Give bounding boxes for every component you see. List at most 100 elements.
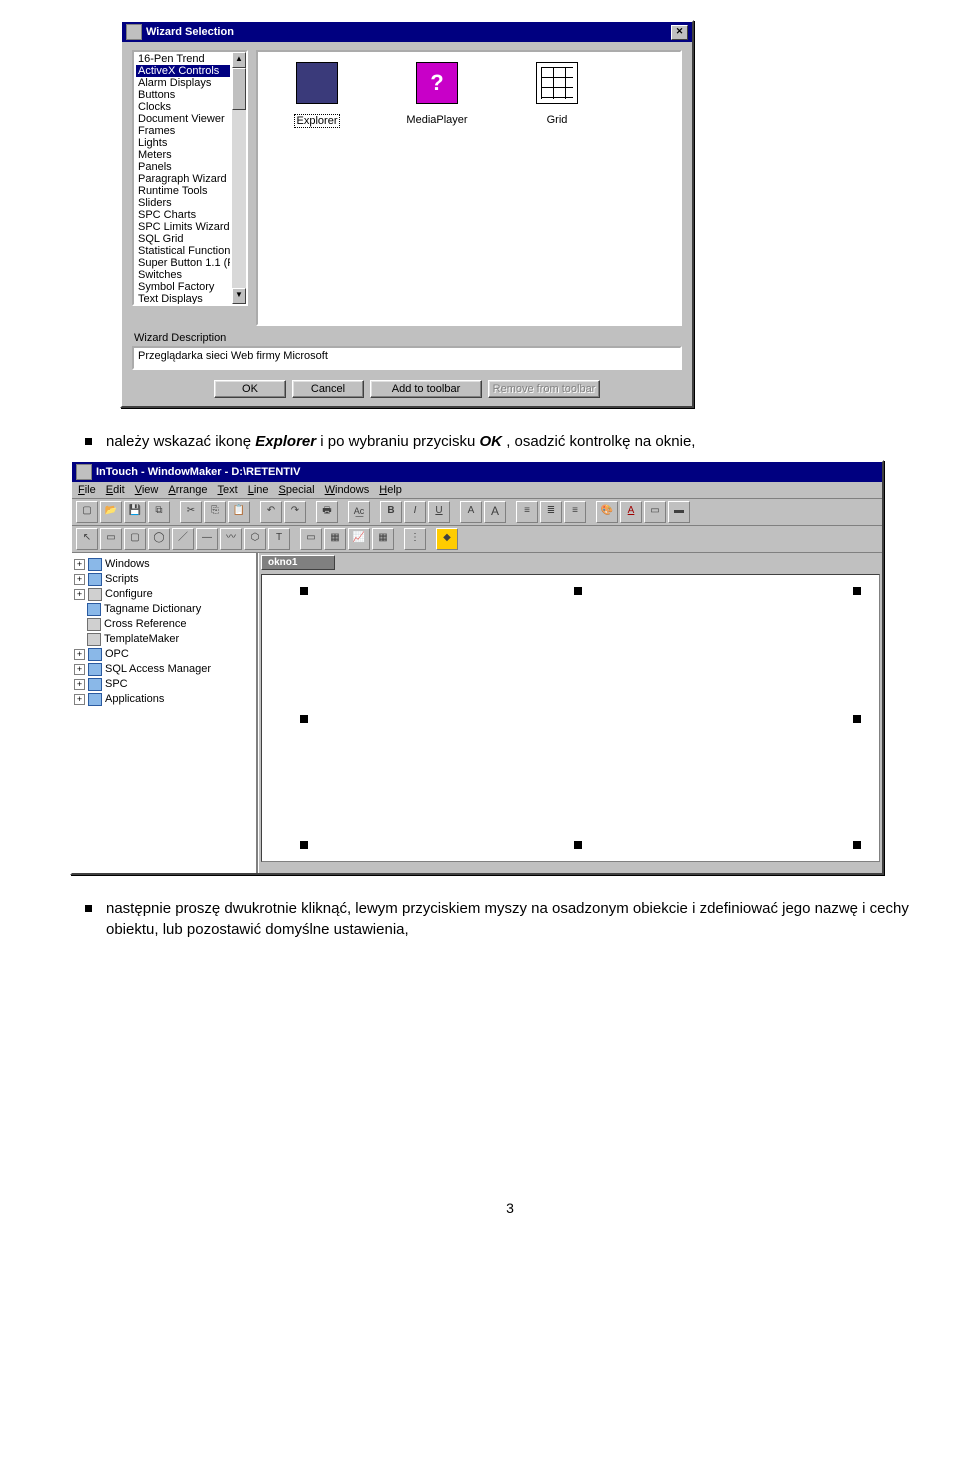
align-left-icon[interactable]: ≡ — [516, 501, 538, 523]
selection-handle[interactable] — [300, 715, 308, 723]
save-icon[interactable]: 💾 — [124, 501, 146, 523]
list-item[interactable]: Statistical Function — [136, 245, 230, 257]
menu-line[interactable]: Line — [248, 484, 269, 496]
wizard-titlebar[interactable]: Wizard Selection ✕ — [122, 22, 692, 42]
tree-item-crossref[interactable]: Cross Reference — [74, 617, 254, 632]
font-size-icon[interactable]: A͟ᴄ — [348, 501, 370, 523]
align-right-icon[interactable]: ≡ — [564, 501, 586, 523]
list-item[interactable]: SQL Grid — [136, 233, 230, 245]
polygon-icon[interactable]: ⬡ — [244, 528, 266, 550]
expand-icon[interactable]: + — [74, 694, 85, 705]
selection-handle[interactable] — [300, 841, 308, 849]
paste-icon[interactable]: 📋 — [228, 501, 250, 523]
wizard-icon-mediaplayer[interactable]: MediaPlayer — [392, 62, 482, 126]
remove-from-toolbar-button[interactable]: Remove from toolbar — [488, 380, 600, 398]
scroll-up-icon[interactable]: ▲ — [232, 52, 246, 68]
button-tool-icon[interactable]: ▭ — [300, 528, 322, 550]
fill-color-icon[interactable]: ▬ — [668, 501, 690, 523]
add-to-toolbar-button[interactable]: Add to toolbar — [370, 380, 482, 398]
wizard-tool-icon[interactable]: ⋮ — [404, 528, 426, 550]
new-icon[interactable]: ▢ — [76, 501, 98, 523]
list-item[interactable]: 16-Pen Trend — [136, 53, 230, 65]
list-item[interactable]: Sliders — [136, 197, 230, 209]
expand-icon[interactable]: + — [74, 589, 85, 600]
expand-icon[interactable]: + — [74, 574, 85, 585]
line-icon[interactable]: ／ — [172, 528, 194, 550]
selection-handle[interactable] — [853, 841, 861, 849]
list-item[interactable]: Frames — [136, 125, 230, 137]
text-tool-icon[interactable]: T — [268, 528, 290, 550]
tree-item-sql[interactable]: + SQL Access Manager — [74, 662, 254, 677]
list-item-selected[interactable]: ActiveX Controls — [136, 65, 230, 77]
saveall-icon[interactable]: ⧉ — [148, 501, 170, 523]
menu-windows[interactable]: Windows — [325, 484, 370, 496]
print-icon[interactable]: 🖶 — [316, 501, 338, 523]
line-color-icon[interactable]: ▭ — [644, 501, 666, 523]
menu-arrange[interactable]: Arrange — [168, 484, 207, 496]
project-tree[interactable]: + Windows + Scripts + Configure Tagname … — [72, 553, 258, 873]
list-item[interactable]: Text Displays — [136, 293, 230, 305]
open-icon[interactable]: 📂 — [100, 501, 122, 523]
cut-icon[interactable]: ✂ — [180, 501, 202, 523]
italic-icon[interactable]: I — [404, 501, 426, 523]
explorer-control-icon[interactable]: ◆ — [436, 528, 458, 550]
tree-item-configure[interactable]: + Configure — [74, 587, 254, 602]
expand-icon[interactable]: + — [74, 679, 85, 690]
list-item[interactable]: Panels — [136, 161, 230, 173]
list-item[interactable]: Lights — [136, 137, 230, 149]
list-item[interactable]: Alarm Displays — [136, 77, 230, 89]
roundrect-icon[interactable]: ▢ — [124, 528, 146, 550]
menu-edit[interactable]: Edit — [106, 484, 125, 496]
text-color-icon[interactable]: A — [620, 501, 642, 523]
canvas-tab-okno1[interactable]: okno1 — [261, 555, 335, 570]
tree-item-apps[interactable]: + Applications — [74, 692, 254, 707]
redo-icon[interactable]: ↷ — [284, 501, 306, 523]
menu-text[interactable]: Text — [218, 484, 238, 496]
selection-handle[interactable] — [574, 587, 582, 595]
menu-special[interactable]: Special — [279, 484, 315, 496]
list-item[interactable]: Document Viewer — [136, 113, 230, 125]
list-item[interactable]: Clocks — [136, 101, 230, 113]
pointer-icon[interactable]: ↖ — [76, 528, 98, 550]
tree-item-template[interactable]: TemplateMaker — [74, 632, 254, 647]
cancel-button[interactable]: Cancel — [292, 380, 364, 398]
copy-icon[interactable]: ⎘ — [204, 501, 226, 523]
listbox-scrollbar[interactable]: ▲ ▼ — [232, 52, 246, 304]
expand-icon[interactable]: + — [74, 559, 85, 570]
menu-help[interactable]: Help — [379, 484, 402, 496]
list-item[interactable]: Symbol Factory — [136, 281, 230, 293]
expand-icon[interactable]: + — [74, 649, 85, 660]
list-item[interactable]: Super Button 1.1 (F — [136, 257, 230, 269]
design-canvas[interactable] — [261, 574, 880, 862]
menu-file[interactable]: File — [78, 484, 96, 496]
selection-handle[interactable] — [853, 587, 861, 595]
hline-icon[interactable]: ― — [196, 528, 218, 550]
tree-item-tagname[interactable]: Tagname Dictionary — [74, 602, 254, 617]
menu-view[interactable]: View — [135, 484, 159, 496]
grid-tool-icon[interactable]: ▦ — [372, 528, 394, 550]
wizard-icon-grid[interactable]: Grid — [512, 62, 602, 126]
font-smaller-icon[interactable]: A — [460, 501, 482, 523]
expand-icon[interactable]: + — [74, 664, 85, 675]
list-item[interactable]: Runtime Tools — [136, 185, 230, 197]
underline-icon[interactable]: U — [428, 501, 450, 523]
wizard-icon-explorer[interactable]: Explorer — [272, 62, 362, 128]
scroll-thumb[interactable] — [232, 68, 246, 110]
list-item[interactable]: Meters — [136, 149, 230, 161]
list-item[interactable]: Switches — [136, 269, 230, 281]
tree-item-spc[interactable]: + SPC — [74, 677, 254, 692]
list-item[interactable]: SPC Charts — [136, 209, 230, 221]
category-listbox[interactable]: 16-Pen Trend ActiveX Controls Alarm Disp… — [132, 50, 248, 306]
list-item[interactable]: Paragraph Wizard — [136, 173, 230, 185]
tree-item-windows[interactable]: + Windows — [74, 557, 254, 572]
palette-icon[interactable]: 🎨 — [596, 501, 618, 523]
ellipse-icon[interactable]: ◯ — [148, 528, 170, 550]
align-center-icon[interactable]: ≣ — [540, 501, 562, 523]
close-icon[interactable]: ✕ — [671, 25, 688, 40]
tree-item-opc[interactable]: + OPC — [74, 647, 254, 662]
scroll-down-icon[interactable]: ▼ — [232, 288, 246, 304]
trend-tool-icon[interactable]: 📈 — [348, 528, 370, 550]
list-item[interactable]: SPC Limits Wizard — [136, 221, 230, 233]
selection-handle[interactable] — [300, 587, 308, 595]
windowmaker-titlebar[interactable]: InTouch - WindowMaker - D:\RETENTIV — [72, 462, 882, 482]
